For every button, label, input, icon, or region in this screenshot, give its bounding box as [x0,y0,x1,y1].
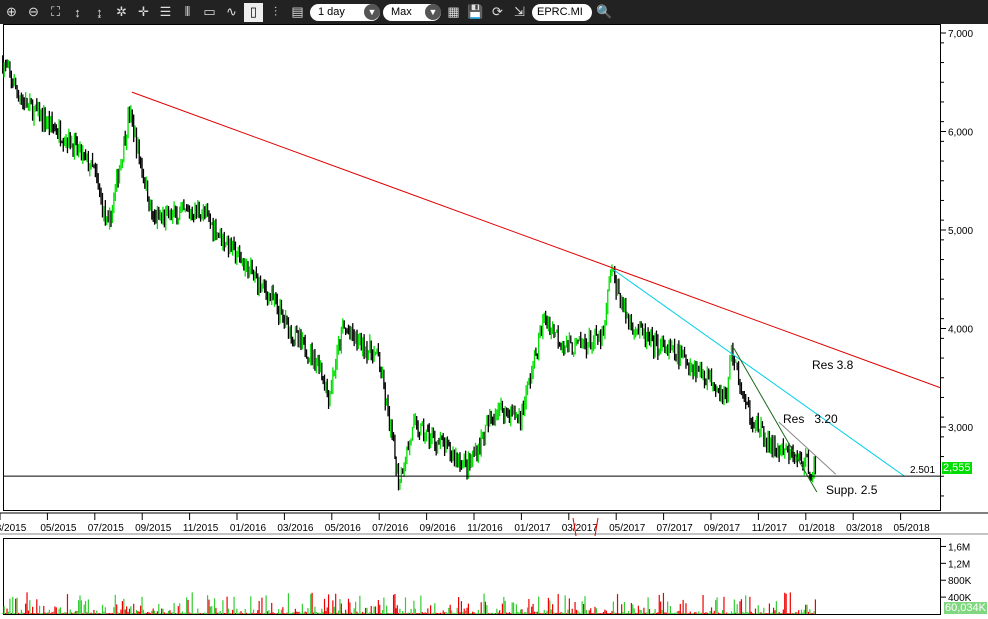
annotation-res-320: Res 3.20 [783,412,838,426]
y-tick-label: 7,000 [948,29,973,40]
interval-select[interactable]: 1 day ▼ [310,3,380,21]
x-tick-label: 3/2015 [0,523,27,534]
y-tick-label: 5,000 [948,226,973,237]
price-panel [3,24,941,511]
range-select[interactable]: Max ▼ [383,3,441,21]
x-tick-label: 11/2017 [752,523,788,534]
x-tick-label: 05/2018 [894,523,931,534]
search-icon[interactable]: 🔍 [595,3,614,22]
last-volume-badge: 60,034K [944,602,987,614]
x-tick-label: 09/2015 [135,523,172,534]
x-tick-label: 11/2015 [183,523,219,534]
interval-select-value: 1 day [318,6,345,18]
chart-type-icon[interactable]: ▦ [444,3,463,22]
x-tick-label: 07/2015 [88,523,125,534]
candlestick-icon[interactable]: ▯ [244,2,263,22]
x-tick-label: 09/2017 [704,523,741,534]
reset-zoom-icon[interactable]: ✲ [112,3,131,22]
y-tick-label: 4,000 [948,325,973,336]
x-tick-label: 01/2018 [799,523,836,534]
x-tick-label: 07/2017 [657,523,694,534]
volume-tick-label: 1,6M [948,542,970,553]
x-tick-label: 11/2016 [467,523,503,534]
chevron-down-icon: ▼ [425,4,441,20]
x-tick-label: 03/2018 [846,523,883,534]
x-tick-label: 05/2017 [609,523,646,534]
x-tick-label: 03/2016 [277,523,314,534]
last-price-badge: 2,555 [942,462,972,474]
x-tick-label: 05/2016 [325,523,362,534]
x-tick-label: 01/2017 [514,523,551,534]
chart-area[interactable]: 7,000 6,000 5,000 4,000 3,000 3/2015 05/2015 07… [0,24,988,619]
vertical-grid-icon[interactable]: ⦀ [178,3,197,22]
window-icon[interactable]: ▭ [200,3,219,22]
x-tick-label: 07/2016 [372,523,409,534]
y-tick-label: 6,000 [948,128,973,139]
annotation-res-38: Res 3.8 [812,358,854,372]
indicators-icon[interactable]: ▤ [288,3,307,22]
symbol-input[interactable]: EPRC.MI [532,3,592,21]
range-select-value: Max [391,6,412,18]
line-chart-icon[interactable]: ∿ [222,3,241,22]
volume-tick-label: 1,2M [948,559,970,570]
y-tick-label: 3,000 [948,423,973,434]
fit-icon[interactable]: ⛶ [46,3,65,22]
save-icon[interactable]: 💾 [466,3,485,22]
zoom-in-icon[interactable]: ⊕ [2,3,21,22]
zoom-out-icon[interactable]: ⊖ [24,3,43,22]
x-tick-label: 03/2017 [562,523,599,534]
crosshair-icon[interactable]: ✛ [134,3,153,22]
toolbar: ⊕ ⊖ ⛶ ↕ ↨ ✲ ✛ ☰ ⦀ ▭ ∿ ▯ ⫶ ▤ 1 day ▼ Max ▼ ▦ 💾 ⟳ ⇲ EPRC.MI 🔍 [0,0,988,24]
chevron-down-icon: ▼ [364,4,380,20]
x-tick-label: 05/2015 [40,523,77,534]
support-value-label: 2.501 [910,465,936,476]
ohlc-bars-icon[interactable]: ⫶ [266,3,285,22]
zoom-vertical-in-icon[interactable]: ↕ [68,3,87,22]
annotation-support: Supp. 2.5 [826,483,878,497]
x-tick-label: 01/2016 [230,523,267,534]
refresh-icon[interactable]: ⟳ [488,3,507,22]
x-tick-label: 09/2016 [420,523,457,534]
zoom-vertical-out-icon[interactable]: ↨ [90,3,109,22]
horizontal-grid-icon[interactable]: ☰ [156,3,175,22]
export-icon[interactable]: ⇲ [510,3,529,22]
volume-tick-label: 800K [948,576,972,587]
volume-panel [3,538,941,615]
